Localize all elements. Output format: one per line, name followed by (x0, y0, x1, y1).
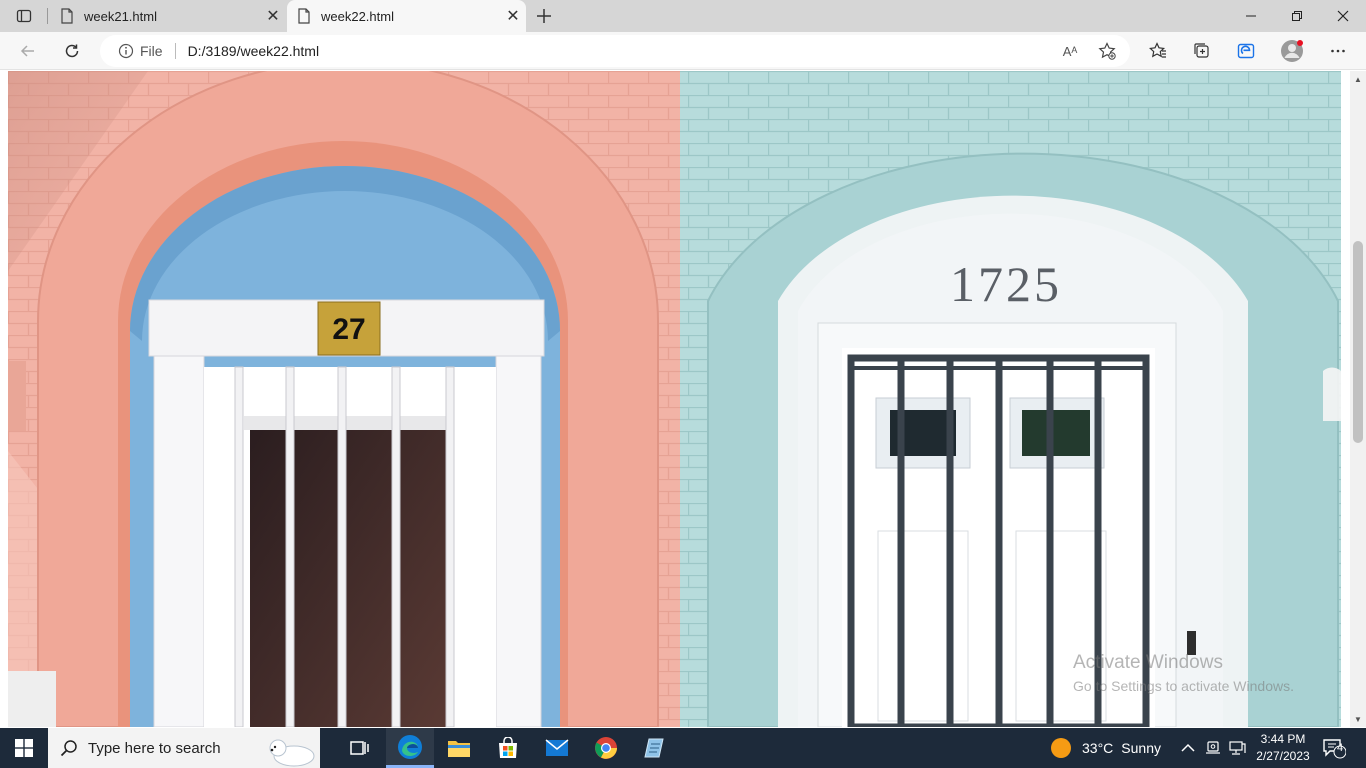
task-view-icon (350, 741, 369, 755)
weather-condition: Sunny (1121, 740, 1161, 756)
profile-button[interactable] (1277, 36, 1307, 66)
pc-status-button[interactable] (1205, 728, 1221, 768)
tab-separator (47, 8, 48, 24)
tab-title: week22.html (321, 8, 394, 24)
file-explorer-button[interactable] (435, 728, 483, 768)
weather-temp: 33°C (1082, 740, 1114, 756)
chevron-up-icon (1181, 743, 1195, 752)
tab-actions-icon (16, 9, 32, 23)
scroll-up-arrow-icon[interactable]: ▲ (1350, 71, 1366, 87)
microsoft-store-button[interactable] (484, 728, 532, 768)
clock-time: 3:44 PM (1260, 732, 1306, 746)
clock-date: 2/27/2023 (1256, 749, 1310, 763)
search-placeholder: Type here to search (88, 739, 221, 757)
close-icon (1337, 10, 1349, 22)
edge-bar-icon (1237, 43, 1255, 59)
notifications-button[interactable]: 4 (1322, 728, 1346, 768)
activate-windows-watermark: Activate Windows Go to Settings to activ… (1073, 652, 1294, 694)
show-hidden-icons-button[interactable] (1181, 728, 1195, 768)
tab-title: week21.html (84, 8, 157, 24)
info-icon[interactable] (118, 43, 134, 59)
close-window-button[interactable] (1320, 0, 1366, 32)
scroll-thumb[interactable] (1353, 241, 1363, 443)
vertical-scrollbar[interactable]: ▲ ▼ (1350, 71, 1366, 727)
minimize-icon (1246, 15, 1256, 17)
windows-taskbar: Type here to search 33°C Sunny 3:44 PM 2… (0, 728, 1366, 768)
close-tab-icon[interactable]: ✕ (500, 6, 526, 26)
add-favorite-icon[interactable] (1095, 39, 1119, 63)
watermark-title: Activate Windows (1073, 652, 1223, 673)
notification-count: 4 (1336, 742, 1344, 754)
folder-icon (448, 741, 470, 757)
polar-bear-icon (269, 739, 315, 767)
url-separator (174, 43, 176, 59)
favorites-button[interactable] (1143, 36, 1173, 66)
new-tab-button[interactable] (532, 4, 556, 28)
refresh-icon (65, 44, 79, 58)
site-info-label[interactable]: File (140, 43, 163, 59)
house-number-1725: 1725 (950, 256, 1062, 312)
minimize-button[interactable] (1228, 0, 1274, 32)
collections-icon (1194, 43, 1209, 58)
collections-button[interactable] (1187, 36, 1217, 66)
watermark-subtitle: Go to Settings to activate Windows. (1073, 678, 1294, 694)
page-viewport: 27 1725 Activate Windows Go to Settings … (0, 71, 1350, 727)
close-tab-icon[interactable]: ✕ (260, 6, 286, 26)
tab-actions-button[interactable] (0, 0, 48, 32)
taskbar-search-box[interactable]: Type here to search (48, 728, 320, 768)
settings-more-button[interactable] (1323, 36, 1353, 66)
system-clock[interactable]: 3:44 PM 2/27/2023 (1252, 731, 1314, 765)
page-icon (298, 8, 310, 24)
windows-logo-icon (15, 739, 33, 757)
edge-app-button[interactable] (386, 728, 434, 768)
search-icon (60, 740, 77, 757)
mail-icon (545, 739, 569, 756)
laptop-icon (1206, 741, 1220, 754)
read-aloud-icon[interactable]: Aᴬ (1058, 39, 1082, 63)
restore-button[interactable] (1274, 0, 1320, 32)
address-bar[interactable]: File D:/3189/week22.html Aᴬ (100, 35, 1130, 67)
refresh-button[interactable] (57, 36, 87, 66)
browser-toolbar: File D:/3189/week22.html Aᴬ (0, 32, 1366, 70)
edge-icon (398, 734, 422, 759)
store-icon (499, 737, 517, 758)
edge-bar-button[interactable] (1231, 36, 1261, 66)
start-button[interactable] (0, 728, 48, 768)
network-button[interactable] (1228, 728, 1246, 768)
chrome-icon (595, 737, 617, 759)
sun-icon (1051, 738, 1071, 758)
tab-week22[interactable]: week22.html ✕ (287, 0, 526, 32)
notepad-icon (644, 738, 664, 758)
tab-week21[interactable]: week21.html ✕ (50, 0, 286, 32)
url-text[interactable]: D:/3189/week22.html (188, 43, 1130, 59)
favorites-icon (1149, 42, 1166, 58)
more-icon (1331, 49, 1345, 53)
page-icon (61, 8, 73, 24)
restore-icon (1292, 11, 1302, 21)
mail-button[interactable] (533, 728, 581, 768)
avatar-icon (1281, 40, 1303, 62)
house-number-27: 27 (332, 313, 365, 346)
chrome-button[interactable] (582, 728, 630, 768)
network-icon (1229, 741, 1246, 755)
plus-icon (537, 9, 551, 23)
tab-bar: week21.html ✕ week22.html ✕ (0, 0, 1366, 32)
back-arrow-icon (20, 45, 34, 57)
notepad-app-button[interactable] (631, 728, 679, 768)
weather-widget[interactable]: 33°C Sunny (1050, 728, 1161, 768)
house-doors-image: 27 1725 (8, 71, 1341, 727)
back-button[interactable] (13, 36, 43, 66)
task-view-button[interactable] (336, 728, 384, 768)
scroll-down-arrow-icon[interactable]: ▼ (1350, 711, 1366, 727)
